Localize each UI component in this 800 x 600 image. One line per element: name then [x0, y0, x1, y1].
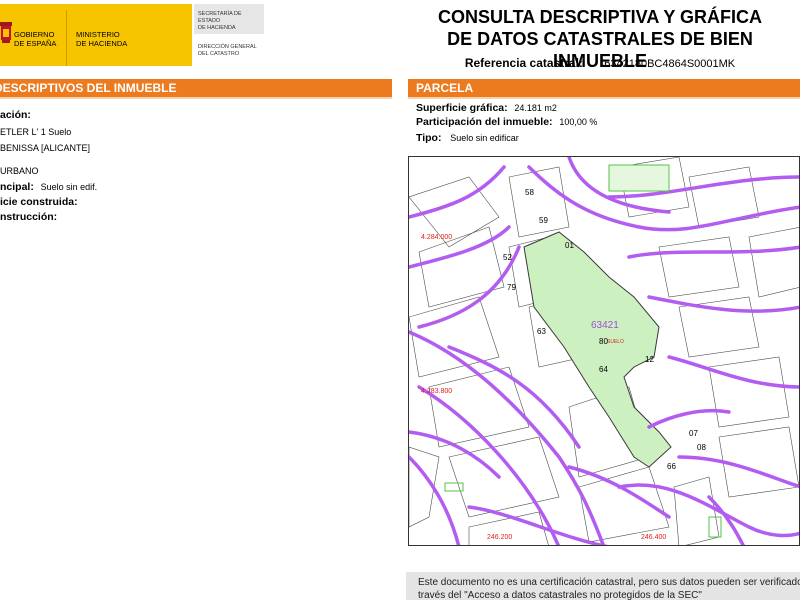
disclaimer-notice: Este documento no es una certificación c… [406, 572, 800, 600]
parcel-number-64: 64 [599, 365, 608, 374]
share-row: Participación del inmueble: 100,00 % [416, 116, 597, 128]
address-line-2: BENISSA [ALICANTE] [0, 143, 91, 153]
type-row: Tipo: Suelo sin edificar [416, 132, 519, 144]
class-value: URBANO [0, 166, 39, 176]
descriptive-bar-underline [0, 97, 392, 99]
parcel-number-79: 79 [507, 283, 516, 292]
min-line-1: MINISTERIO [76, 30, 120, 39]
descriptive-bar-title: DESCRIPTIVOS DEL INMUEBLE [0, 81, 177, 95]
coord-left-top: 4.284.000 [421, 234, 452, 241]
use-value: Suelo sin edif. [40, 182, 98, 192]
parcel-tag: SUELO [607, 339, 624, 345]
address-line-1: ETLER L' 1 Suelo [0, 127, 72, 137]
parcel-number-07: 07 [689, 429, 698, 438]
dg-line-2: DEL CATASTRO [198, 51, 240, 57]
surface-row: Superficie gráfica: 24.181 m2 [416, 102, 557, 114]
coord-left-mid: 4.283.800 [421, 388, 452, 395]
reference-value: 6342180BC4864S0001MK [604, 58, 736, 70]
direccion-general-text: DIRECCIÓN GENERAL DEL CATASTRO [198, 44, 257, 58]
gov-line-2: DE ESPAÑA [14, 39, 57, 48]
descriptive-data-bar: DESCRIPTIVOS DEL INMUEBLE [0, 79, 392, 97]
parcel-highlight[interactable] [523, 231, 672, 468]
gov-line-1: GOBIERNO [14, 30, 55, 39]
parcela-bar: PARCELA [408, 79, 800, 97]
parcela-bar-underline [408, 97, 800, 99]
parcel-number-58: 58 [525, 188, 534, 197]
parcel-number-63: 63 [537, 327, 546, 336]
parcel-number-08: 08 [697, 443, 706, 452]
parcel-label: 63421 [591, 320, 619, 331]
share-value: 100,00 % [559, 117, 598, 127]
share-label: Participación del inmueble: [416, 116, 553, 128]
sec-line-2: DE HACIENDA [198, 25, 236, 31]
type-label: Tipo: [416, 132, 442, 144]
use-row: ncipal: Suelo sin edif. [0, 181, 97, 193]
coord-bottom-1: 246.200 [487, 534, 512, 541]
location-label: ación: [0, 109, 31, 121]
use-label: ncipal: [0, 181, 34, 193]
dg-line-1: DIRECCIÓN GENERAL [198, 44, 257, 50]
reference-line: Referencia catastral: 6342180BC4864S0001… [400, 56, 800, 70]
disclaimer-line-1: Este documento no es una certificación c… [418, 577, 800, 588]
reference-label: Referencia catastral: [464, 56, 583, 70]
coord-bottom-2: 246.400 [641, 534, 666, 541]
secretaria-block: SECRETARÍA DE ESTADO DE HACIENDA [194, 4, 264, 34]
min-line-2: DE HACIENDA [76, 39, 128, 48]
gobierno-text: GOBIERNO DE ESPAÑA [14, 30, 56, 48]
parcel-number-59: 59 [539, 216, 548, 225]
cadastral-map-svg: 58 59 01 52 79 63 64 12 07 08 66 63421 8… [409, 157, 799, 545]
title-line-1: CONSULTA DESCRIPTIVA Y GRÁFICA [437, 7, 763, 27]
surface-value: 24.181 m2 [514, 103, 557, 113]
type-value: Suelo sin edificar [450, 133, 519, 143]
parcela-bar-title: PARCELA [416, 81, 474, 95]
parcel-number-12: 12 [645, 355, 654, 364]
parcel-number-01: 01 [565, 241, 574, 250]
cadastral-map[interactable]: 58 59 01 52 79 63 64 12 07 08 66 63421 8… [408, 156, 800, 546]
disclaimer-line-2: través del "Acceso a datos catastrales n… [418, 590, 702, 600]
gobierno-logo-block: GOBIERNO DE ESPAÑA MINISTERIO DE HACIEND… [0, 4, 192, 66]
surface-label: Superficie gráfica: [416, 102, 508, 114]
built-area-label: icie construida: [0, 196, 78, 208]
logo-divider [66, 10, 67, 66]
ministerio-text: MINISTERIO DE HACIENDA [76, 30, 127, 48]
parcel-number-52: 52 [503, 253, 512, 262]
construction-year-label: nstrucción: [0, 211, 58, 223]
parcel-number-66: 66 [667, 462, 676, 471]
sec-line-1: SECRETARÍA DE ESTADO [198, 11, 242, 24]
coat-of-arms-icon [0, 22, 12, 43]
